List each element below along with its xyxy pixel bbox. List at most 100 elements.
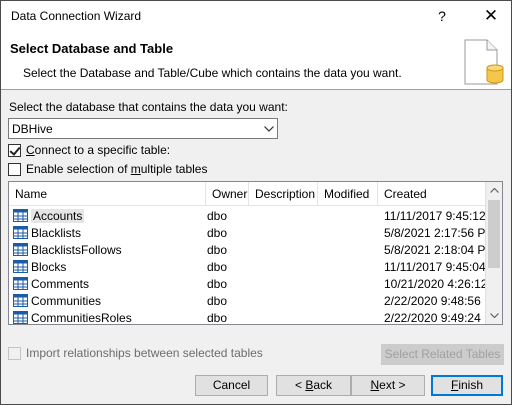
scroll-down-icon[interactable] <box>486 307 502 324</box>
table-row[interactable]: BlacklistsFollows dbo 5/8/2021 2:18:04 PM <box>9 241 487 258</box>
cell-owner: dbo <box>207 294 228 308</box>
database-select[interactable]: DBHive <box>8 118 278 139</box>
table-row[interactable]: Blacklists dbo 5/8/2021 2:17:56 PM <box>9 224 487 241</box>
cell-created: 5/8/2021 2:17:56 PM <box>384 226 487 240</box>
close-button[interactable]: ✕ <box>471 1 511 32</box>
chevron-down-icon[interactable] <box>259 119 277 138</box>
cell-modified <box>319 276 377 292</box>
cell-modified <box>319 208 377 224</box>
cell-owner: dbo <box>207 260 228 274</box>
multiple-tables-option[interactable]: Enable selection of multiple tables <box>8 161 207 177</box>
table-icon <box>13 226 28 239</box>
table-name: Blacklists <box>31 226 82 240</box>
table-name: Comments <box>31 277 90 291</box>
window-title: Data Connection Wizard <box>11 9 142 23</box>
cell-owner: dbo <box>207 311 228 325</box>
cell-description <box>250 310 316 324</box>
cell-description <box>250 259 316 275</box>
cell-name: Comments <box>31 276 201 292</box>
button-label-part: < <box>294 378 306 392</box>
data-connection-wizard-window: Data Connection Wizard ? ✕ Select Databa… <box>0 0 512 405</box>
page-title: Select Database and Table <box>10 41 174 56</box>
page-subtitle: Select the Database and Table/Cube which… <box>23 66 402 80</box>
cell-owner: dbo <box>207 277 228 291</box>
import-relationships-option: Import relationships between selected ta… <box>8 345 263 361</box>
table-icon <box>13 294 28 307</box>
cell-modified <box>319 293 377 309</box>
cell-name: Blacklists <box>31 225 201 241</box>
finish-button[interactable]: Finish <box>431 375 503 396</box>
table-name: CommunitiesRoles <box>31 311 132 325</box>
cancel-button[interactable]: Cancel <box>195 375 268 396</box>
table-icon <box>13 311 28 324</box>
cell-description <box>250 208 316 224</box>
database-document-icon <box>464 39 504 85</box>
table-row[interactable]: CommunitiesRoles dbo 2/22/2020 9:49:24 PM <box>9 309 487 325</box>
table-row[interactable]: Comments dbo 10/21/2020 4:26:12 P <box>9 275 487 292</box>
cell-owner: dbo <box>207 226 228 240</box>
tables-list[interactable]: Name Owner Description Modified Created … <box>8 181 503 325</box>
cell-name: CommunitiesRoles <box>31 310 201 325</box>
button-label-part: ack <box>313 378 333 392</box>
cell-owner: dbo <box>207 209 228 223</box>
cell-name: Communities <box>31 293 201 309</box>
database-select-value: DBHive <box>12 122 53 136</box>
button-label-part: ext > <box>379 378 406 392</box>
table-name: BlacklistsFollows <box>31 243 122 257</box>
multiple-tables-checkbox[interactable] <box>8 162 21 176</box>
label-part: Enable selection of <box>26 162 131 176</box>
connect-specific-table-checkbox[interactable] <box>8 143 21 157</box>
next-button[interactable]: Next > <box>351 375 425 396</box>
column-header-description[interactable]: Description <box>249 182 318 206</box>
cell-created: 5/8/2021 2:18:04 PM <box>384 243 487 257</box>
select-related-tables-button: Select Related Tables <box>381 344 504 365</box>
cell-description <box>250 293 316 309</box>
vertical-scrollbar[interactable] <box>485 182 502 324</box>
back-button[interactable]: < Back <box>276 375 351 396</box>
connect-specific-table-label: Connect to a specific table: <box>26 143 170 157</box>
connect-specific-table-option[interactable]: Connect to a specific table: <box>8 142 170 158</box>
table-name: Blocks <box>31 260 67 274</box>
cell-name: Accounts <box>31 208 201 224</box>
cell-created: 11/11/2017 9:45:12 A <box>384 209 487 223</box>
title-bar: Data Connection Wizard ? ✕ <box>1 1 511 32</box>
column-header-name[interactable]: Name <box>9 182 206 206</box>
table-row[interactable]: Accounts dbo 11/11/2017 9:45:12 A <box>9 207 487 224</box>
import-relationships-label: Import relationships between selected ta… <box>26 346 263 360</box>
cell-name: BlacklistsFollows <box>31 242 201 258</box>
cell-modified <box>319 310 377 324</box>
table-header: Name Owner Description Modified Created <box>9 182 487 206</box>
label-part: ultiple tables <box>140 162 208 176</box>
cell-created: 2/22/2020 9:48:56 PM <box>384 294 487 308</box>
table-row[interactable]: Blocks dbo 11/11/2017 9:45:04 A <box>9 258 487 275</box>
table-icon <box>13 209 28 222</box>
cell-modified <box>319 225 377 241</box>
access-key: C <box>26 143 35 157</box>
table-name: Accounts <box>31 209 85 223</box>
cell-owner: dbo <box>207 243 228 257</box>
database-label: Select the database that contains the da… <box>9 100 288 114</box>
scrollbar-thumb[interactable] <box>488 200 500 268</box>
cell-description <box>250 225 316 241</box>
scroll-up-icon[interactable] <box>486 182 502 199</box>
table-icon <box>13 243 28 256</box>
cell-description <box>250 276 316 292</box>
multiple-tables-label: Enable selection of multiple tables <box>26 162 207 176</box>
wizard-header: Select Database and Table Select the Dat… <box>1 32 511 90</box>
label-part: onnect to a specific table: <box>34 143 171 157</box>
table-body: Accounts dbo 11/11/2017 9:45:12 A Blacklist… <box>9 207 487 325</box>
cell-description <box>250 242 316 258</box>
button-label-part: inish <box>458 378 484 392</box>
table-name: Communities <box>31 294 102 308</box>
column-header-created[interactable]: Created <box>378 182 487 206</box>
access-key: m <box>130 162 141 176</box>
table-icon <box>13 260 28 273</box>
column-header-modified[interactable]: Modified <box>318 182 378 206</box>
help-button[interactable]: ? <box>425 1 459 32</box>
table-row[interactable]: Communities dbo 2/22/2020 9:48:56 PM <box>9 292 487 309</box>
cell-created: 10/21/2020 4:26:12 P <box>384 277 487 291</box>
cell-modified <box>319 242 377 258</box>
access-key: N <box>370 378 380 392</box>
cell-name: Blocks <box>31 259 201 275</box>
column-header-owner[interactable]: Owner <box>206 182 249 206</box>
